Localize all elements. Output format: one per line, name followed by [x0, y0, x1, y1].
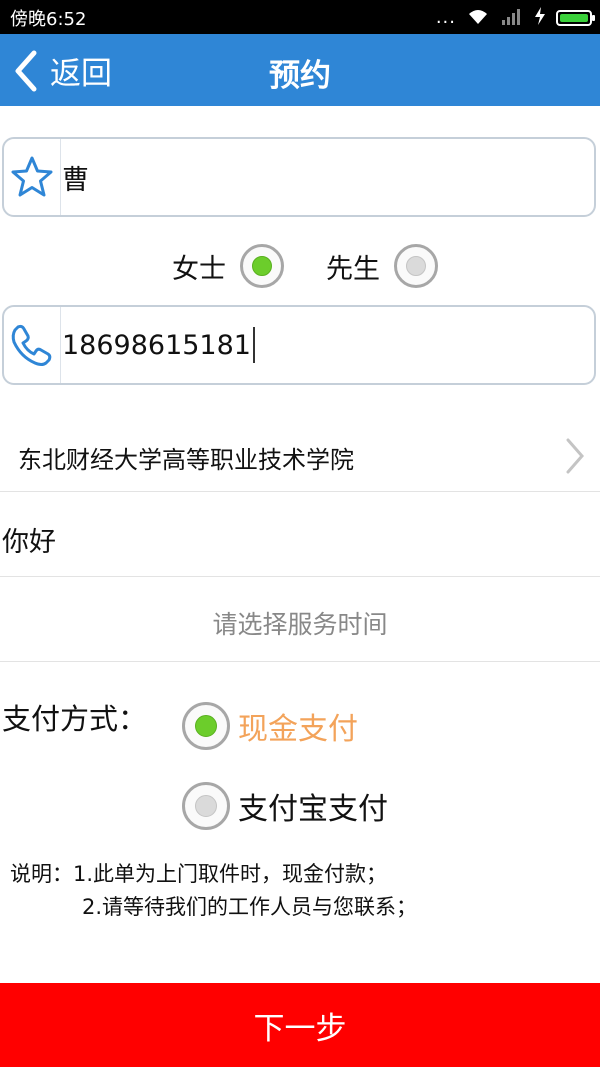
text-cursor	[252, 327, 255, 363]
signal-icon	[500, 6, 524, 30]
wifi-icon	[466, 6, 490, 30]
note-row[interactable]: 你好	[0, 492, 600, 577]
name-value: 曹	[62, 164, 89, 196]
phone-field[interactable]: 18698615181	[2, 305, 596, 385]
payment-label: 支付方式：	[2, 702, 148, 736]
star-icon	[4, 139, 61, 215]
gender-selector: 女士 先生	[172, 244, 438, 288]
gender-radio-female[interactable]	[240, 244, 284, 288]
instructions: 说明：1.此单为上门取件时，现金付款； 2.请等待我们的工作人员与您联系；	[10, 858, 417, 924]
service-time-row[interactable]: 请选择服务时间	[0, 577, 600, 662]
status-bar: 傍晚6:52 ...	[0, 0, 600, 34]
phone-icon	[4, 307, 61, 383]
school-row[interactable]: 东北财经大学高等职业技术学院	[0, 422, 600, 492]
phone-value: 18698615181	[62, 307, 255, 383]
charging-icon	[534, 6, 546, 30]
payment-alipay-label: 支付宝支付	[238, 792, 388, 827]
notification-dots: ...	[435, 7, 456, 28]
payment-radio-alipay[interactable]	[182, 782, 230, 830]
payment-option-cash[interactable]: 现金支付	[182, 702, 358, 750]
phone-number-text: 18698615181	[62, 329, 251, 361]
gender-label-male: 先生	[326, 253, 380, 285]
instructions-line-1: 说明：1.此单为上门取件时，现金付款；	[10, 862, 388, 886]
payment-option-alipay[interactable]: 支付宝支付	[182, 782, 388, 830]
gender-label-female: 女士	[172, 253, 226, 285]
next-step-button[interactable]: 下一步	[0, 983, 600, 1067]
instructions-line-2: 2.请等待我们的工作人员与您联系；	[82, 895, 418, 919]
battery-icon	[556, 10, 595, 26]
title-bar: 返回 预约	[0, 34, 600, 106]
note-value: 你好	[2, 527, 56, 558]
payment-radio-cash[interactable]	[182, 702, 230, 750]
name-field[interactable]: 曹	[2, 137, 596, 217]
school-label: 东北财经大学高等职业技术学院	[18, 446, 354, 474]
service-time-placeholder: 请选择服务时间	[212, 610, 388, 639]
page-title: 预约	[269, 58, 331, 94]
gender-radio-male[interactable]	[394, 244, 438, 288]
status-icons: ...	[435, 6, 595, 30]
chevron-right-icon	[564, 436, 586, 480]
status-time: 傍晚6:52	[10, 9, 87, 30]
payment-cash-label: 现金支付	[238, 712, 358, 747]
